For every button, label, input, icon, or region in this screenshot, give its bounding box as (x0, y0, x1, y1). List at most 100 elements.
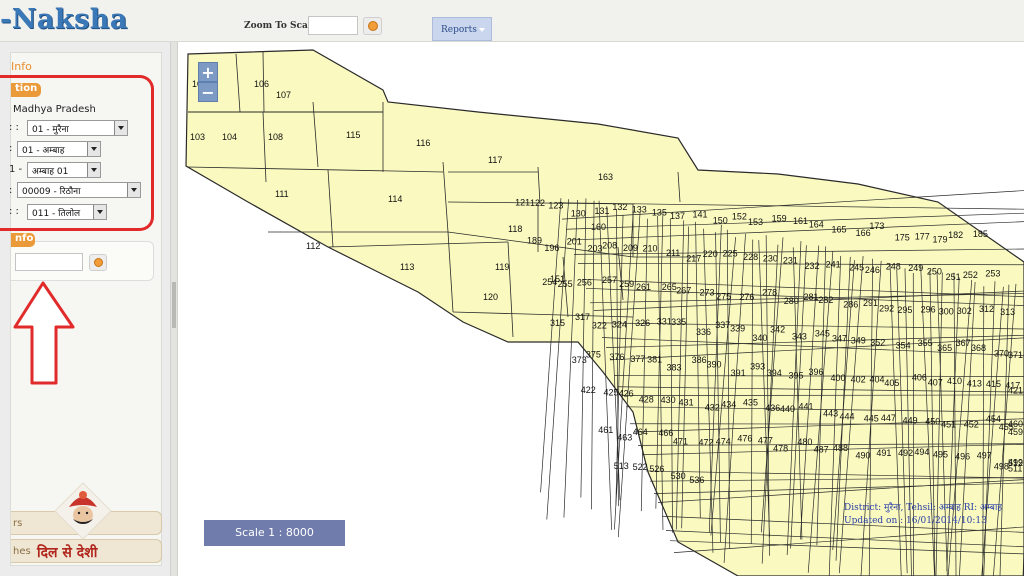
plot-label[interactable]: 225 (723, 248, 738, 258)
plot-label[interactable]: 119 (495, 262, 509, 272)
plot-label[interactable]: 526 (649, 464, 664, 474)
plot-label[interactable]: 402 (851, 374, 866, 384)
plot-label[interactable]: 435 (743, 397, 758, 407)
plot-label[interactable]: 495 (933, 449, 948, 459)
splitter-handle[interactable] (172, 282, 176, 328)
plot-label[interactable]: 123 (548, 201, 563, 211)
plot-label[interactable]: 150 (713, 216, 728, 226)
plot-label[interactable]: 324 (612, 320, 627, 330)
plot-label[interactable]: 251 (946, 272, 961, 282)
plot-label[interactable]: 440 (780, 404, 795, 414)
plot-label[interactable]: 326 (635, 318, 650, 328)
plot-label[interactable]: 254 (542, 277, 557, 287)
plot-label[interactable]: 118 (508, 224, 522, 234)
plot-label[interactable]: 175 (895, 232, 910, 242)
plot-label[interactable]: 107 (276, 90, 291, 100)
plot-label[interactable]: 278 (762, 287, 777, 297)
plot-label[interactable]: 474 (716, 436, 731, 446)
plot-label[interactable]: 497 (977, 451, 992, 461)
plot-label[interactable]: 267 (676, 285, 691, 295)
plot-label[interactable]: 249 (908, 263, 923, 273)
plot-label[interactable]: 281 (803, 292, 818, 302)
plot-label[interactable]: 252 (963, 270, 978, 280)
plot-label[interactable]: 159 (772, 214, 787, 224)
plot-label[interactable]: 173 (869, 221, 884, 231)
plot-label[interactable]: 120 (483, 292, 498, 302)
plot-label[interactable]: 189 (527, 236, 542, 246)
plot-label[interactable]: 471 (673, 436, 688, 446)
plot-label[interactable]: 255 (558, 279, 573, 289)
plot-label[interactable]: 498 (994, 461, 1009, 471)
plot-label[interactable]: 450 (925, 417, 940, 427)
plot-label[interactable]: 114 (388, 194, 402, 204)
plot-label[interactable]: 349 (851, 335, 866, 345)
plot-label[interactable]: 131 (595, 206, 610, 216)
plot-label[interactable]: 488 (833, 443, 848, 453)
plot-label[interactable]: 132 (612, 202, 627, 212)
plot-label[interactable]: 312 (979, 304, 994, 314)
plot-label[interactable]: 179 (933, 235, 948, 245)
plot-label[interactable]: 292 (879, 303, 894, 313)
plot-label[interactable]: 461 (598, 425, 613, 435)
plot-label[interactable]: 383 (666, 363, 681, 373)
plot-label[interactable]: 116 (416, 138, 430, 148)
plot-label[interactable]: 210 (642, 244, 657, 254)
plot-label[interactable]: 112 (306, 241, 320, 251)
plot-label[interactable]: 130 (571, 208, 586, 218)
plot-label[interactable]: 342 (770, 325, 785, 335)
plot-label[interactable]: 492 (898, 448, 913, 458)
plot-label[interactable]: 434 (721, 400, 736, 410)
plot-label[interactable]: 487 (814, 445, 829, 455)
halka-select[interactable]: 011 - तिलोल (27, 204, 107, 220)
plot-label[interactable]: 530 (671, 471, 686, 481)
map-viewport[interactable]: 1091061071031041081151161171631111141121… (178, 42, 1024, 576)
plot-label[interactable]: 291 (863, 298, 878, 308)
district-select[interactable]: 01 - मुरैना (27, 120, 128, 136)
plot-label[interactable]: 273 (700, 287, 715, 297)
plot-label[interactable]: 245 (849, 263, 864, 273)
plot-label[interactable]: 300 (939, 306, 954, 316)
plot-label[interactable]: 345 (815, 329, 830, 339)
plot-label[interactable]: 250 (927, 266, 942, 276)
plot-label[interactable]: 343 (792, 332, 807, 342)
plot-label[interactable]: 376 (609, 352, 624, 362)
plot-label[interactable]: 430 (661, 395, 676, 405)
plot-label[interactable]: 276 (739, 292, 754, 302)
plot-label[interactable]: 347 (832, 334, 847, 344)
plot-label[interactable]: 286 (843, 299, 858, 309)
plot-label[interactable]: 322 (592, 320, 607, 330)
plot-label[interactable]: 203 (587, 244, 602, 254)
plot-label[interactable]: 135 (652, 208, 667, 218)
plot-label[interactable]: 394 (767, 368, 782, 378)
plot-label[interactable]: 393 (750, 362, 765, 372)
plot-label[interactable]: 337 (715, 320, 730, 330)
plot-label[interactable]: 164 (809, 220, 824, 230)
plot-label[interactable]: 536 (689, 475, 704, 485)
plot-label[interactable]: 137 (670, 211, 685, 221)
plot-label[interactable]: 491 (876, 448, 891, 458)
plot-label[interactable]: 512 (1008, 458, 1023, 468)
plot-label[interactable]: 220 (703, 249, 718, 259)
plot-label[interactable]: 386 (692, 355, 707, 365)
plot-label[interactable]: 406 (912, 373, 927, 383)
plot-label[interactable]: 496 (955, 452, 970, 462)
plot-label[interactable]: 282 (818, 295, 833, 305)
plot-number-input[interactable] (15, 253, 83, 271)
plot-label[interactable]: 340 (752, 333, 767, 343)
plot-label[interactable]: 377 (630, 354, 645, 364)
plot-label[interactable]: 248 (886, 262, 901, 272)
plot-label[interactable]: 407 (928, 377, 943, 387)
plot-label[interactable]: 355 (918, 338, 933, 348)
ri-select[interactable]: अम्बाह 01 (27, 162, 101, 178)
plot-label[interactable]: 256 (577, 278, 592, 288)
plot-label[interactable]: 122 (530, 198, 545, 208)
plot-label[interactable]: 476 (737, 433, 752, 443)
village-select[interactable]: 00009 - रिठौना (17, 182, 141, 198)
plot-label[interactable]: 111 (275, 189, 289, 199)
plot-label[interactable]: 331 (657, 316, 672, 326)
plot-label[interactable]: 466 (658, 428, 673, 438)
plot-label[interactable]: 315 (550, 318, 565, 328)
plot-label[interactable]: 165 (831, 225, 846, 235)
plot-label[interactable]: 463 (617, 433, 632, 443)
plot-label[interactable]: 295 (897, 305, 912, 315)
